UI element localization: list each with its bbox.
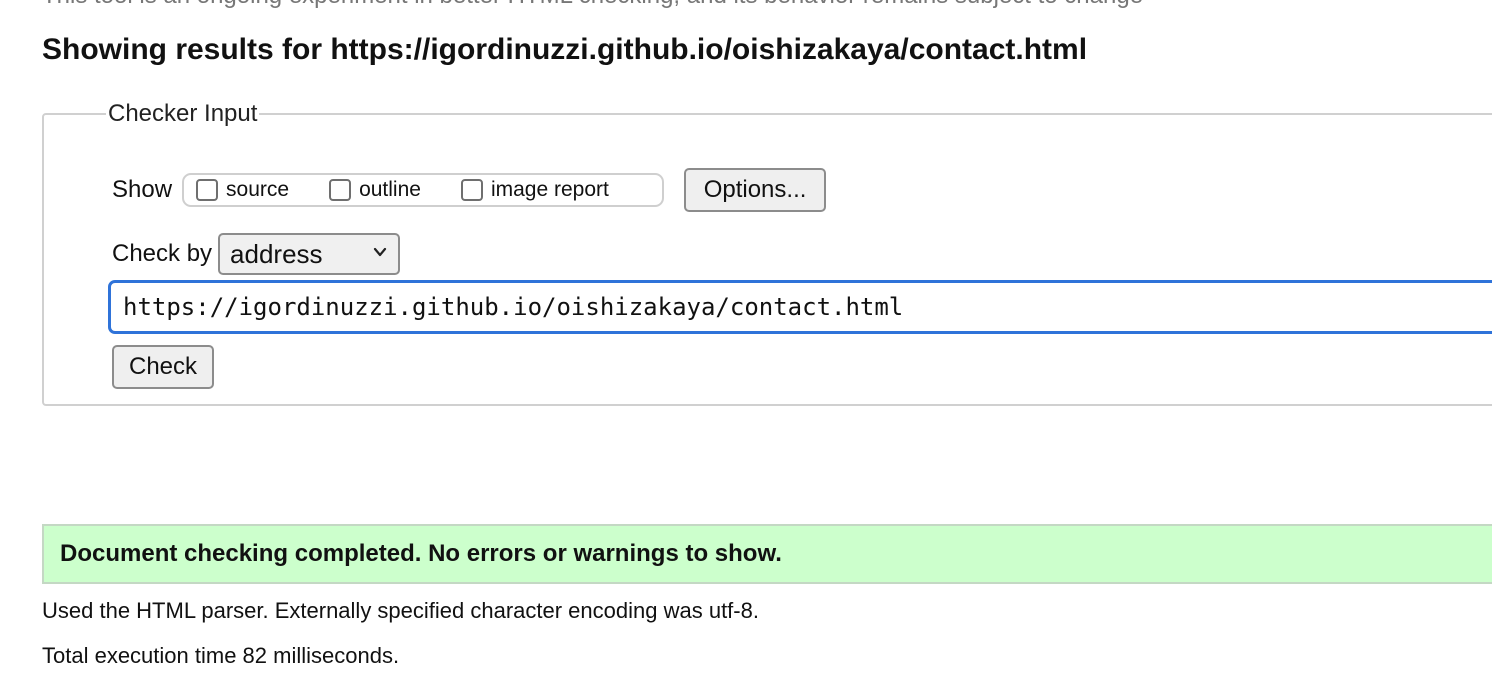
outline-checkbox[interactable] bbox=[329, 179, 352, 201]
success-message-box: Document checking completed. No errors o… bbox=[42, 524, 1492, 584]
source-checkbox[interactable] bbox=[196, 179, 219, 201]
check-by-select[interactable]: address bbox=[218, 233, 401, 275]
execution-time: Total execution time 82 milliseconds. bbox=[42, 643, 400, 668]
options-button[interactable]: Options... bbox=[684, 168, 827, 212]
outline-checkbox-label[interactable]: outline bbox=[359, 178, 421, 202]
check-by-selected-value[interactable]: address bbox=[230, 239, 323, 270]
parser-info: Used the HTML parser. Externally specifi… bbox=[42, 598, 759, 623]
show-outline-option[interactable]: outline bbox=[329, 178, 421, 202]
show-row: Show source outline image report Options… bbox=[112, 168, 827, 212]
check-by-label: Check by bbox=[112, 240, 213, 267]
success-message: Document checking completed. No errors o… bbox=[60, 540, 782, 567]
show-options-group: source outline image report bbox=[182, 173, 665, 207]
image-report-checkbox[interactable] bbox=[460, 179, 483, 201]
show-image-report-option[interactable]: image report bbox=[460, 178, 609, 202]
chevron-down-icon bbox=[372, 244, 388, 265]
show-label: Show bbox=[112, 176, 173, 203]
check-button[interactable]: Check bbox=[112, 345, 214, 389]
checker-input-legend: Checker Input bbox=[108, 100, 258, 127]
source-checkbox-label[interactable]: source bbox=[226, 178, 289, 202]
page-title: Showing results for https://igordinuzzi.… bbox=[42, 33, 1088, 66]
experimental-notice: This tool is an ongoing experiment in be… bbox=[42, 0, 1143, 10]
image-report-checkbox-label[interactable]: image report bbox=[491, 178, 609, 202]
check-by-row: Check by address bbox=[112, 233, 401, 275]
url-input[interactable] bbox=[108, 280, 1492, 334]
show-source-option[interactable]: source bbox=[196, 178, 289, 202]
